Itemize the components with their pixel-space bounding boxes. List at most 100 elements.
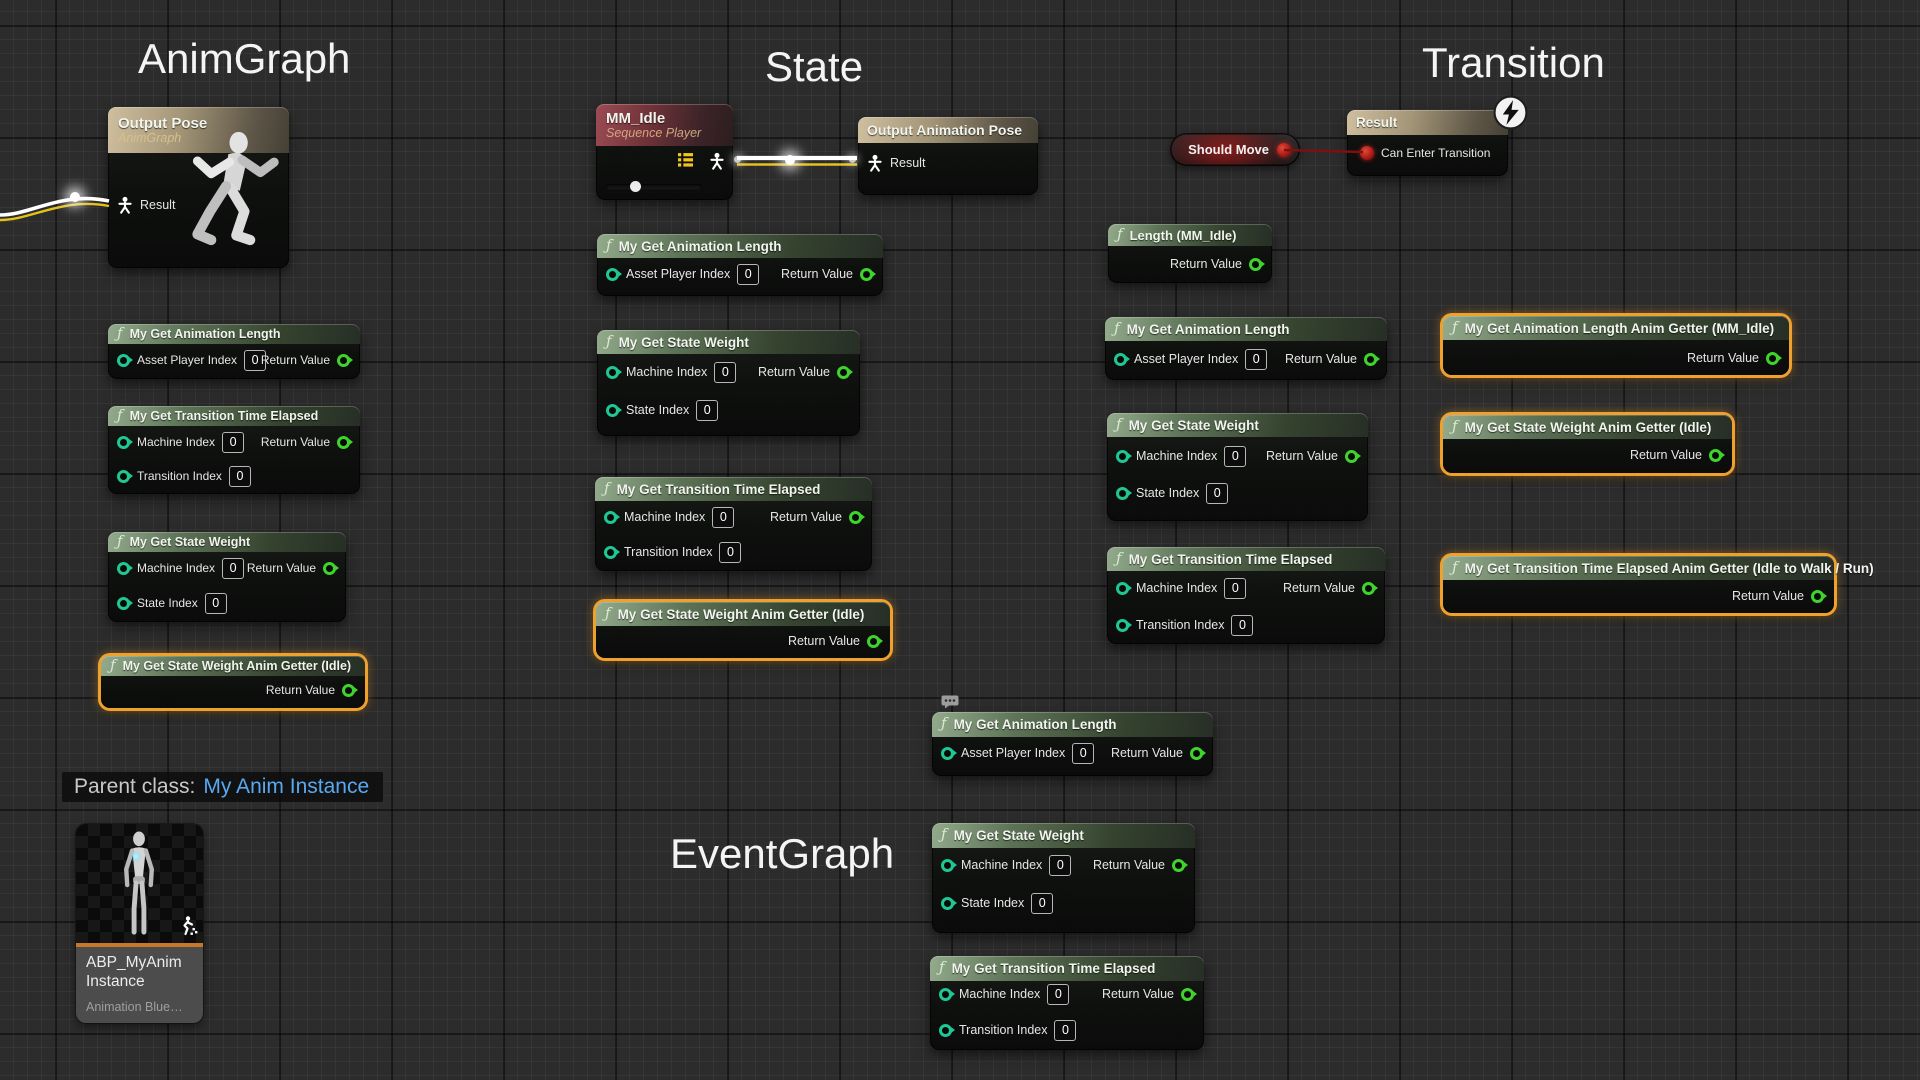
input-pin[interactable] bbox=[117, 436, 130, 449]
output-pin[interactable] bbox=[342, 684, 355, 697]
index-value-input[interactable]: 0 bbox=[229, 466, 251, 487]
node-should-move[interactable]: Should Move bbox=[1170, 133, 1300, 166]
node-my-get-state-weight[interactable]: ƒ My Get State Weight Machine Index 0 St… bbox=[932, 823, 1195, 933]
input-pin[interactable] bbox=[606, 366, 619, 379]
input-pin[interactable] bbox=[1116, 582, 1129, 595]
playback-slider[interactable] bbox=[606, 184, 702, 190]
output-pin[interactable] bbox=[337, 436, 350, 449]
pose-pin-icon[interactable] bbox=[867, 154, 883, 172]
node-output-pose[interactable]: Output Pose AnimGraph Result bbox=[108, 107, 289, 268]
pin-row-return-value: Return Value bbox=[781, 264, 873, 284]
node-my-get-transition-time-elapsed[interactable]: ƒ My Get Transition Time Elapsed Machine… bbox=[1107, 547, 1385, 644]
input-pin[interactable] bbox=[604, 511, 617, 524]
input-pin[interactable] bbox=[939, 988, 952, 1001]
node-my-get-state-weight-anim-getter-idle[interactable]: ƒ My Get State Weight Anim Getter (Idle)… bbox=[101, 656, 365, 708]
pin-row-state-index: State Index 0 bbox=[1116, 483, 1228, 503]
pose-pin-icon[interactable] bbox=[709, 152, 725, 170]
index-value-input[interactable]: 0 bbox=[712, 507, 734, 528]
output-pin[interactable] bbox=[1249, 258, 1262, 271]
output-pin[interactable] bbox=[323, 562, 336, 575]
node-my-get-state-weight[interactable]: ƒ My Get State Weight Machine Index 0 St… bbox=[597, 330, 860, 436]
index-value-input[interactable]: 0 bbox=[1231, 615, 1253, 636]
input-pin[interactable] bbox=[1114, 353, 1127, 366]
index-value-input[interactable]: 0 bbox=[1224, 578, 1246, 599]
index-value-input[interactable]: 0 bbox=[719, 542, 741, 563]
index-value-input[interactable]: 0 bbox=[205, 593, 227, 614]
input-pin[interactable] bbox=[1116, 487, 1129, 500]
output-pin[interactable] bbox=[337, 354, 350, 367]
node-my-get-state-weight-anim-getter-idle[interactable]: ƒ My Get State Weight Anim Getter (Idle)… bbox=[596, 602, 890, 658]
pin-label: Return Value bbox=[1102, 987, 1174, 1001]
node-transition-result[interactable]: Result Can Enter Transition bbox=[1347, 110, 1508, 176]
output-pin[interactable] bbox=[1709, 449, 1722, 462]
index-value-input[interactable]: 0 bbox=[1054, 1020, 1076, 1041]
output-pin[interactable] bbox=[1811, 590, 1824, 603]
output-pin[interactable] bbox=[1172, 859, 1185, 872]
node-my-get-animation-length-anim-getter-mm-idle[interactable]: ƒ My Get Animation Length Anim Getter (M… bbox=[1443, 316, 1789, 375]
node-mm-idle-sequence-player[interactable]: MM_Idle Sequence Player bbox=[596, 104, 733, 200]
output-pin[interactable] bbox=[1766, 352, 1779, 365]
input-pin[interactable] bbox=[604, 546, 617, 559]
slider-knob[interactable] bbox=[630, 181, 641, 192]
blueprint-graph-canvas[interactable]: AnimGraph State Transition EventGraph Ou… bbox=[0, 0, 1920, 1080]
input-pin[interactable] bbox=[606, 404, 619, 417]
output-pin[interactable] bbox=[860, 268, 873, 281]
node-my-get-state-weight[interactable]: ƒ My Get State Weight Machine Index 0 St… bbox=[108, 532, 346, 622]
input-pin[interactable] bbox=[606, 268, 619, 281]
output-pin[interactable] bbox=[1345, 450, 1358, 463]
bool-output-pin[interactable] bbox=[1277, 143, 1291, 157]
index-value-input[interactable]: 0 bbox=[1072, 743, 1094, 764]
index-value-input[interactable]: 0 bbox=[714, 362, 736, 383]
index-value-input[interactable]: 0 bbox=[1047, 984, 1069, 1005]
node-my-get-animation-length[interactable]: ƒ My Get Animation Length Asset Player I… bbox=[1105, 317, 1387, 380]
output-pin[interactable] bbox=[1181, 988, 1194, 1001]
input-pin[interactable] bbox=[941, 897, 954, 910]
input-pin[interactable] bbox=[117, 597, 130, 610]
node-output-animation-pose[interactable]: Output Animation Pose Result bbox=[858, 117, 1038, 195]
node-my-get-animation-length[interactable]: ƒ My Get Animation Length Asset Player I… bbox=[597, 234, 883, 296]
input-pin[interactable] bbox=[1116, 450, 1129, 463]
input-pin[interactable] bbox=[117, 470, 130, 483]
index-value-input[interactable]: 0 bbox=[222, 432, 244, 453]
index-value-input[interactable]: 0 bbox=[222, 558, 244, 579]
output-pin[interactable] bbox=[867, 635, 880, 648]
input-pin[interactable] bbox=[117, 562, 130, 575]
pin-row-machine-index: Machine Index 0 bbox=[606, 362, 736, 382]
node-my-get-transition-time-elapsed[interactable]: ƒ My Get Transition Time Elapsed Machine… bbox=[595, 477, 872, 571]
output-pin[interactable] bbox=[1190, 747, 1203, 760]
input-pin[interactable] bbox=[117, 354, 130, 367]
pin-row-result: Result bbox=[117, 195, 175, 215]
node-my-get-transition-time-elapsed-anim-getter-idle-to-walk-run[interactable]: ƒ My Get Transition Time Elapsed Anim Ge… bbox=[1443, 556, 1834, 613]
index-value-input[interactable]: 0 bbox=[737, 264, 759, 285]
input-pin[interactable] bbox=[941, 747, 954, 760]
output-pin[interactable] bbox=[837, 366, 850, 379]
index-value-input[interactable]: 0 bbox=[1206, 483, 1228, 504]
index-value-input[interactable]: 0 bbox=[696, 400, 718, 421]
input-pin[interactable] bbox=[939, 1024, 952, 1037]
node-my-get-animation-length[interactable]: ƒ My Get Animation Length Asset Player I… bbox=[108, 324, 360, 379]
parent-class-link[interactable]: My Anim Instance bbox=[203, 775, 369, 798]
bool-input-pin[interactable] bbox=[1360, 146, 1374, 160]
pin-label: Return Value bbox=[1687, 351, 1759, 365]
node-my-get-state-weight[interactable]: ƒ My Get State Weight Machine Index 0 St… bbox=[1107, 413, 1368, 521]
node-my-get-transition-time-elapsed[interactable]: ƒ My Get Transition Time Elapsed Machine… bbox=[108, 406, 360, 494]
node-length-mm-idle[interactable]: ƒ Length (MM_Idle) Return Value bbox=[1108, 224, 1272, 283]
input-pin[interactable] bbox=[1116, 619, 1129, 632]
index-value-input[interactable]: 0 bbox=[1245, 349, 1267, 370]
output-pin[interactable] bbox=[1362, 582, 1375, 595]
asset-card: ABP_MyAnim Instance Animation Blue… bbox=[76, 947, 203, 1023]
index-value-input[interactable]: 0 bbox=[1049, 855, 1071, 876]
index-value-input[interactable]: 0 bbox=[1031, 893, 1053, 914]
asset-tile-abp-myanim-instance[interactable]: ABP_MyAnim Instance Animation Blue… bbox=[76, 824, 203, 1023]
output-pin[interactable] bbox=[849, 511, 862, 524]
comment-bubble-icon[interactable] bbox=[941, 695, 959, 709]
output-pin[interactable] bbox=[1364, 353, 1377, 366]
node-my-get-animation-length[interactable]: ƒ My Get Animation Length Asset Player I… bbox=[932, 712, 1213, 776]
index-value-input[interactable]: 0 bbox=[1224, 446, 1246, 467]
input-pin[interactable] bbox=[941, 859, 954, 872]
pose-pin-icon[interactable] bbox=[117, 196, 133, 214]
node-my-get-state-weight-anim-getter-idle[interactable]: ƒ My Get State Weight Anim Getter (Idle)… bbox=[1443, 415, 1732, 473]
pin-row-return-value: Return Value bbox=[1630, 445, 1722, 465]
node-my-get-transition-time-elapsed[interactable]: ƒ My Get Transition Time Elapsed Machine… bbox=[930, 956, 1204, 1050]
function-icon: ƒ bbox=[1116, 551, 1122, 566]
